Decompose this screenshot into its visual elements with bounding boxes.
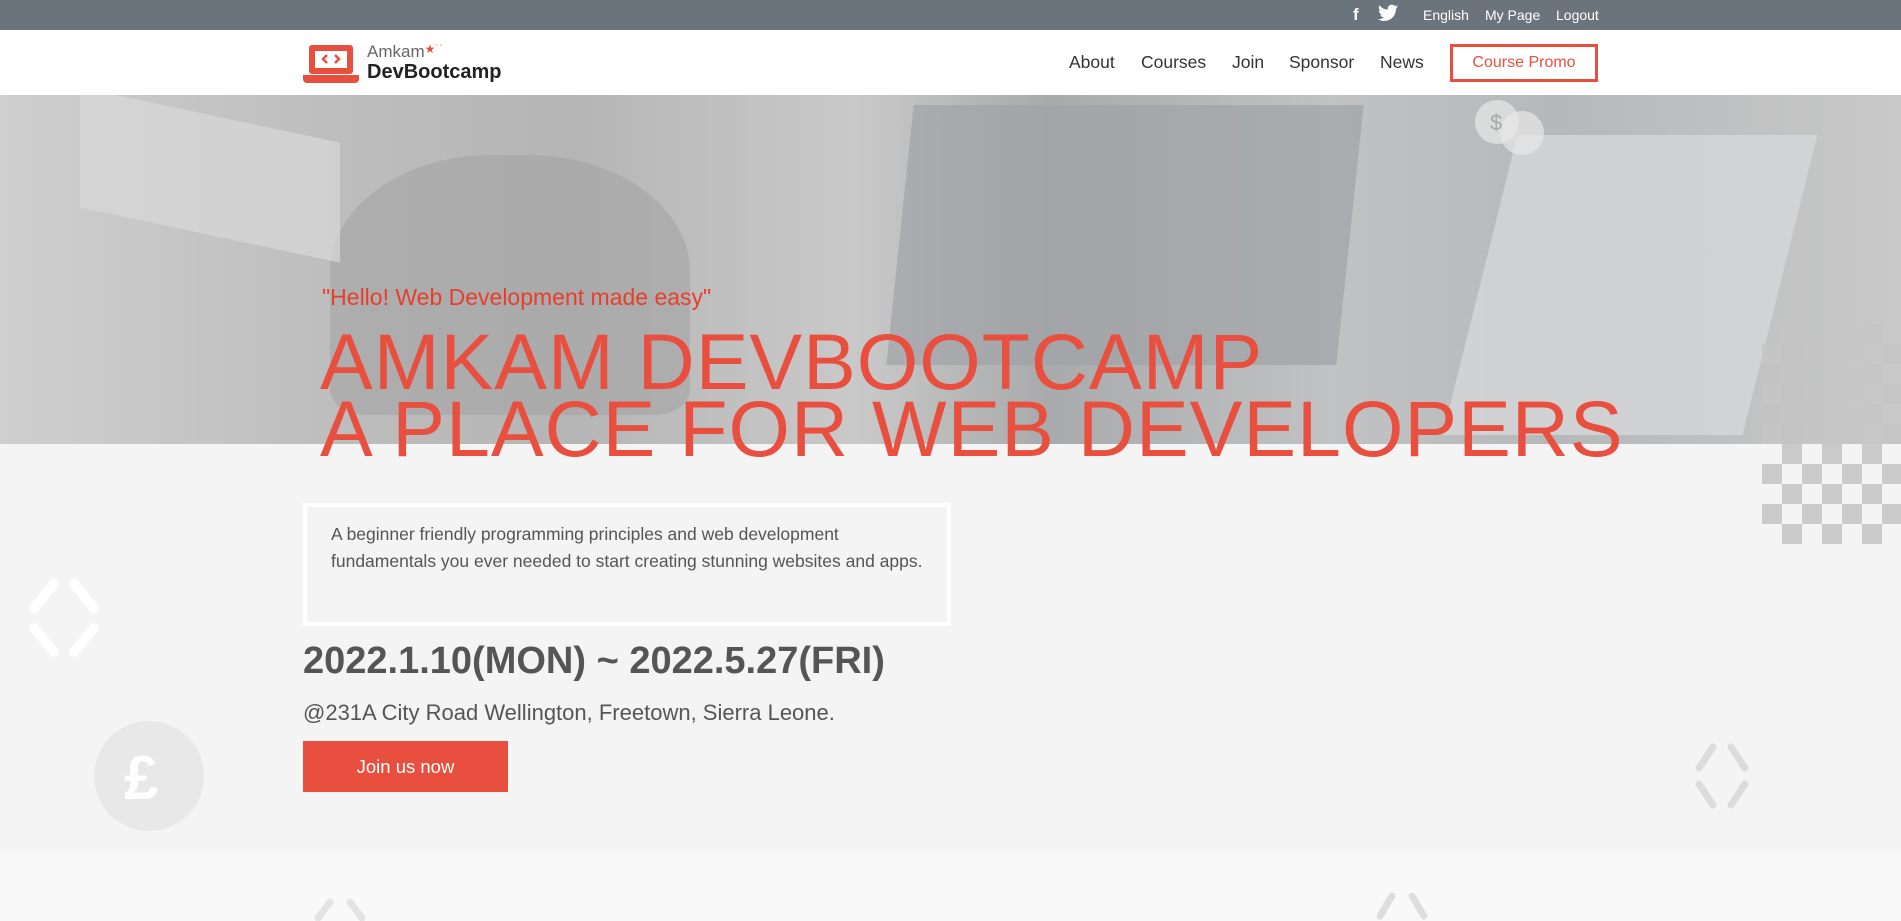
course-address: @231A City Road Wellington, Freetown, Si… (303, 700, 835, 725)
language-link[interactable]: English (1423, 7, 1469, 23)
hero-title-line-2: A PLACE FOR WEB DEVELOPERS (320, 384, 1624, 473)
code-brackets-icon (1376, 892, 1428, 920)
join-us-button[interactable]: Join us now (303, 741, 508, 792)
logo-main-text: DevBootcamp (367, 61, 502, 83)
code-brackets-icon (314, 898, 366, 921)
main-nav: Amkam★˙˙ DevBootcamp About Courses Join … (0, 30, 1901, 95)
course-promo-button[interactable]: Course Promo (1450, 44, 1598, 82)
checkerboard-decoration (1762, 324, 1901, 544)
laptop-code-icon (303, 45, 359, 83)
next-section (0, 851, 1901, 921)
code-brackets-icon (1695, 743, 1749, 809)
logout-link[interactable]: Logout (1556, 7, 1599, 23)
logo-top-text: Amkam★˙˙ (367, 42, 444, 61)
top-bar: f English My Page Logout (0, 0, 1901, 30)
hero-tagline: "Hello! Web Development made easy" (322, 284, 712, 310)
nav-sponsor[interactable]: Sponsor (1289, 52, 1354, 73)
twitter-icon[interactable] (1378, 4, 1398, 27)
hero-description: A beginner friendly programming principl… (303, 503, 951, 626)
svg-text:£: £ (124, 744, 158, 813)
my-page-link[interactable]: My Page (1485, 7, 1540, 23)
nav-courses[interactable]: Courses (1141, 52, 1206, 73)
pound-coin-icon: £ (94, 721, 204, 831)
hero-title: AMKAM DEVBOOTCAMP A PLACE FOR WEB DEVELO… (320, 322, 1624, 473)
dollar-bubble-icon: $ (1475, 100, 1544, 155)
nav-join[interactable]: Join (1232, 52, 1264, 73)
svg-text:$: $ (1490, 110, 1502, 135)
facebook-icon[interactable]: f (1353, 5, 1359, 25)
nav-news[interactable]: News (1380, 52, 1424, 73)
code-brackets-icon (29, 579, 99, 657)
course-dates: 2022.1.10(MON) ~ 2022.5.27(FRI) (303, 640, 885, 682)
nav-about[interactable]: About (1069, 52, 1115, 73)
